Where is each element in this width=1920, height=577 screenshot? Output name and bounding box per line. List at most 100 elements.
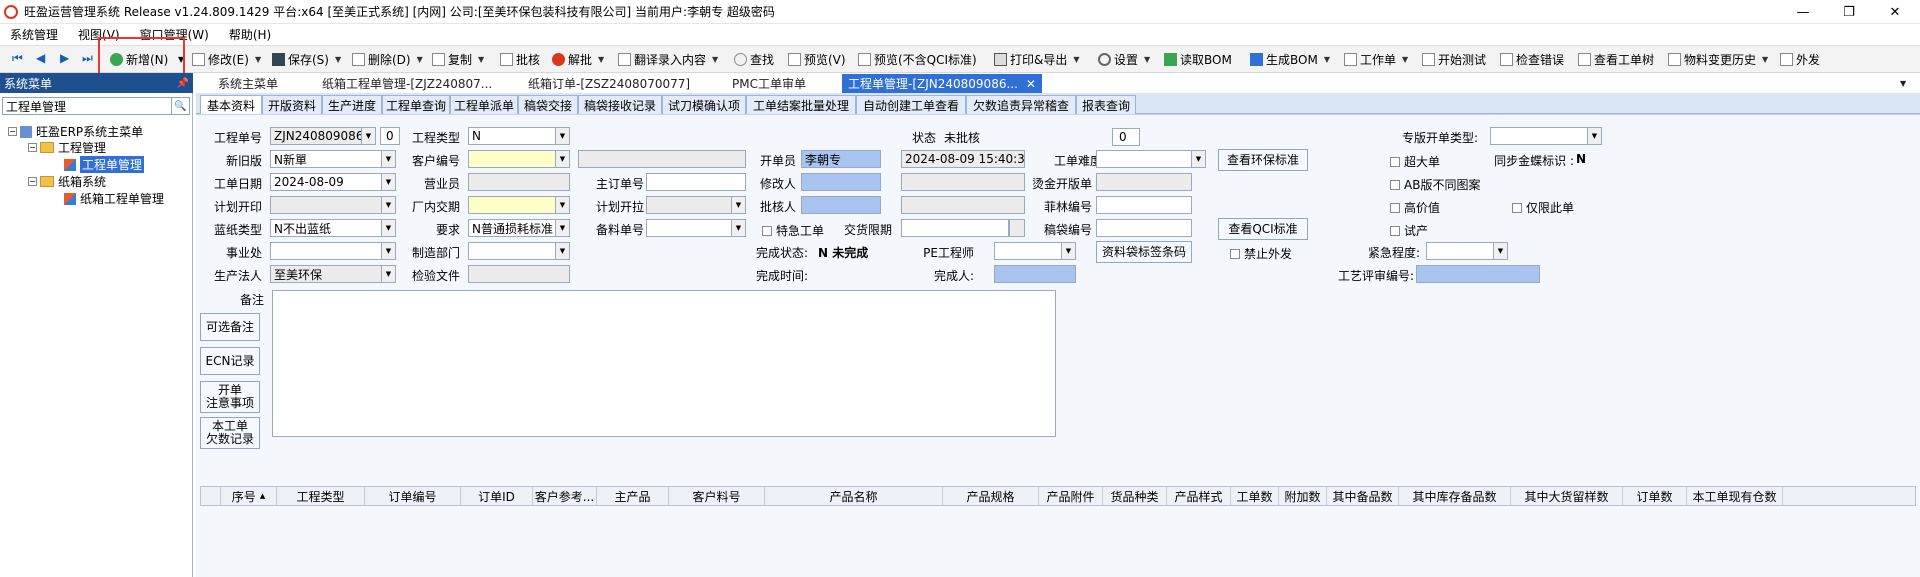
tree-carton[interactable]: − 纸箱系统 — [28, 173, 106, 190]
col-seq[interactable]: 序号 ▲ — [221, 487, 277, 505]
menu-help[interactable]: 帮助(H) — [219, 26, 281, 43]
order-notes-button[interactable]: 开单 注意事项 — [200, 381, 260, 413]
minimize-button[interactable]: — — [1780, 0, 1826, 24]
check-error-button[interactable]: 检查错误 — [1500, 50, 1564, 69]
pe-select[interactable]: ▼ — [994, 242, 1076, 260]
factory-date-field[interactable]: ▼ — [468, 196, 570, 214]
close-tab-icon[interactable]: ✕ — [1026, 77, 1036, 91]
subtab-shortage[interactable]: 欠数追责异常稽查 — [966, 95, 1076, 114]
col-sample[interactable]: 其中大货留样数 — [1511, 487, 1623, 505]
col-cust-ref[interactable]: 客户参考... — [533, 487, 597, 505]
label-barcode-button[interactable]: 资料袋标签条码 — [1096, 241, 1192, 263]
col-order-no[interactable]: 订单编号 — [365, 487, 461, 505]
customer-name-field[interactable] — [578, 150, 746, 168]
col-qty[interactable]: 工单数 — [1231, 487, 1279, 505]
special-urgent-checkbox[interactable]: 特急工单 — [762, 222, 824, 239]
save-button[interactable]: 保存(S) ▼ — [272, 50, 341, 69]
inspect-field[interactable] — [468, 265, 570, 283]
high-value-checkbox[interactable]: 高价值 — [1390, 199, 1440, 216]
col-spare[interactable]: 其中备品数 — [1327, 487, 1399, 505]
outsource-button[interactable]: 外发 — [1780, 50, 1820, 69]
tab-main-menu[interactable]: 系统主菜单 — [218, 74, 278, 93]
sales-field[interactable] — [468, 173, 570, 191]
open-time-field[interactable]: 2024-08-09 15:40:34 — [901, 150, 1025, 168]
last-record-icon[interactable]: ⏭ — [82, 51, 93, 66]
copy-button[interactable]: 复制 ▼ — [432, 50, 484, 69]
approver-field[interactable] — [801, 196, 881, 214]
start-test-button[interactable]: 开始测试 — [1422, 50, 1486, 69]
read-bom-button[interactable]: 读取BOM — [1164, 50, 1232, 69]
opener-field[interactable]: 李朝专 — [801, 150, 881, 168]
col-type[interactable]: 工程类型 — [277, 487, 365, 505]
bag-no-field[interactable] — [1096, 219, 1192, 237]
oversize-checkbox[interactable]: 超大单 — [1390, 153, 1440, 170]
search-icon[interactable]: 🔍 — [171, 98, 189, 114]
review-no-field[interactable] — [1416, 265, 1540, 283]
modify-time-field[interactable] — [901, 173, 1025, 191]
order-no-field[interactable]: ZJN240809086 ▼ — [270, 127, 376, 145]
tree-workorder-mgmt[interactable]: 工程单管理 — [64, 156, 145, 173]
order-no-suffix[interactable]: 0 — [380, 127, 400, 145]
prev-record-icon[interactable]: ◀ — [36, 51, 45, 65]
plan-pull-field[interactable]: ▼ — [646, 196, 746, 214]
print-export-button[interactable]: 打印&导出 ▼ — [994, 50, 1080, 69]
no-outsource-checkbox[interactable]: 禁止外发 — [1230, 245, 1292, 262]
only-this-checkbox[interactable]: 仅限此单 — [1512, 199, 1574, 216]
urgency-select[interactable]: ▼ — [1426, 242, 1508, 260]
subtab-dispatch[interactable]: 工程单派单 — [450, 95, 518, 114]
material-no-select[interactable]: ▼ — [646, 219, 746, 237]
tab-carton-workorder[interactable]: 纸箱工程单管理-[ZJZ240807... — [322, 74, 492, 93]
date-field[interactable]: 2024-08-09 ▼ — [270, 173, 396, 191]
hot-stamp-field[interactable] — [1096, 173, 1192, 191]
deliver-limit-field[interactable] — [901, 219, 1009, 237]
search-button[interactable]: 查找 — [734, 50, 774, 69]
special-type-select[interactable]: ▼ — [1490, 127, 1602, 145]
tree-carton-mgmt[interactable]: 纸箱工程单管理 — [64, 190, 164, 207]
gen-bom-button[interactable]: 生成BOM ▼ — [1250, 50, 1330, 69]
optional-memo-button[interactable]: 可选备注 — [200, 313, 260, 341]
subtab-receive[interactable]: 稿袋接收记录 — [578, 95, 662, 114]
material-history-button[interactable]: 物料变更历史 ▼ — [1668, 50, 1768, 69]
tabs-overflow-icon[interactable]: ▼ — [1900, 74, 1906, 93]
preview-noqci-button[interactable]: 预览(不含QCI标准) — [858, 50, 977, 69]
legal-select[interactable]: 至美环保 ▼ — [270, 265, 396, 283]
tab-workorder-mgmt[interactable]: 工程单管理-[ZJN240809086... ✕ — [842, 74, 1042, 93]
tree-engineering[interactable]: − 工程管理 — [28, 139, 106, 156]
subtab-die-confirm[interactable]: 试刀模确认项 — [662, 95, 746, 114]
type-select[interactable]: N ▼ — [468, 127, 570, 145]
first-record-icon[interactable]: ⏮ — [12, 51, 23, 66]
view-tree-button[interactable]: 查看工单树 — [1578, 50, 1654, 69]
subtab-plate[interactable]: 开版资料 — [262, 95, 322, 114]
subtab-handover[interactable]: 稿袋交接 — [518, 95, 578, 114]
approve-time-field[interactable] — [901, 196, 1025, 214]
newold-select[interactable]: N新單 ▼ — [270, 150, 396, 168]
col-extra[interactable]: 附加数 — [1279, 487, 1327, 505]
division-select[interactable]: ▼ — [270, 242, 396, 260]
trial-checkbox[interactable]: 试产 — [1390, 222, 1428, 239]
shortage-record-button[interactable]: 本工单 欠数记录 — [200, 417, 260, 449]
main-order-field[interactable] — [646, 173, 746, 191]
settings-button[interactable]: 设置 ▼ — [1098, 50, 1150, 69]
col-attachment[interactable]: 产品附件 — [1039, 487, 1103, 505]
memo-textarea[interactable] — [272, 290, 1056, 437]
customer-select[interactable]: ▼ — [468, 150, 570, 168]
film-field[interactable] — [1096, 196, 1192, 214]
subtab-auto-create[interactable]: 自动创建工单查看 — [856, 95, 966, 114]
sidebar-search-input[interactable]: 工程单管理 — [3, 98, 171, 115]
maximize-button[interactable]: ❐ — [1826, 0, 1872, 24]
dept-select[interactable]: ▼ — [468, 242, 570, 260]
col-warehouse[interactable]: 本工单现有仓数 — [1687, 487, 1783, 505]
view-qci-button[interactable]: 查看QCI标准 — [1218, 218, 1308, 240]
col-main-product[interactable]: 主产品 — [597, 487, 669, 505]
col-product-name[interactable]: 产品名称 — [765, 487, 943, 505]
col-style[interactable]: 产品样式 — [1167, 487, 1231, 505]
col-order-id[interactable]: 订单ID — [461, 487, 533, 505]
preview-button[interactable]: 预览(V) — [788, 50, 846, 69]
subtab-report[interactable]: 报表查询 — [1076, 95, 1136, 114]
ecn-record-button[interactable]: ECN记录 — [200, 347, 260, 375]
next-record-icon[interactable]: ▶ — [60, 51, 69, 65]
subtab-batch-close[interactable]: 工单结案批量处理 — [746, 95, 856, 114]
completer-field[interactable] — [994, 265, 1076, 283]
view-env-standard-button[interactable]: 查看环保标准 — [1218, 149, 1308, 171]
subtab-query[interactable]: 工程单查询 — [382, 95, 450, 114]
